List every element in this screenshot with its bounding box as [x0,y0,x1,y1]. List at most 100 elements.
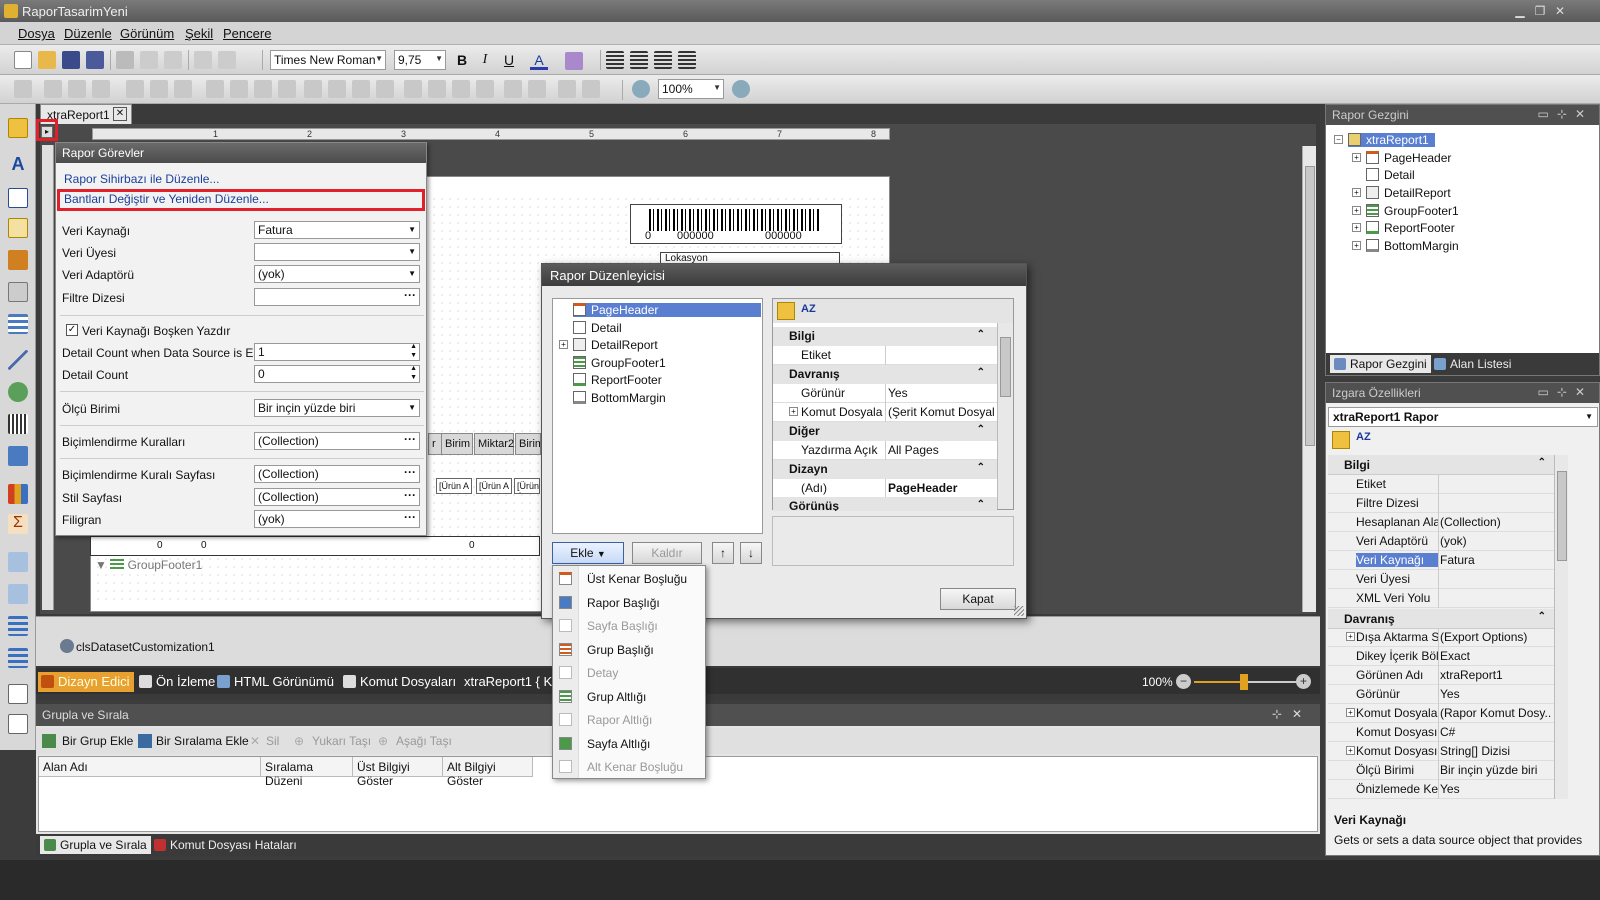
formatting-rules-field[interactable]: (Collection) ··· [254,432,420,450]
v-spacing-equal-icon[interactable] [404,80,422,98]
tab-field-list[interactable]: Alan Listesi [1430,355,1515,373]
band-tree[interactable]: PageHeader Detail + DetailReport GroupFoo… [552,298,763,534]
tab-group-sort[interactable]: Grupla ve Sırala [40,836,151,854]
panel-window-icons[interactable]: ▭⊹✕ [1538,385,1593,399]
menu-item-group-footer[interactable]: Grup Altlığı [553,685,705,708]
close-dialog-button[interactable]: Kapat [940,588,1016,610]
h-spacing-equal-icon[interactable] [304,80,322,98]
pointer-tool-icon[interactable] [8,118,28,138]
save-all-icon[interactable] [86,51,104,69]
send-to-back-icon[interactable] [582,80,600,98]
prop-row[interactable]: Komut Dosyası DiC# [1328,723,1554,742]
document-tool-icon[interactable] [8,684,28,704]
add-band-button[interactable]: Ekle ▼ [552,542,624,564]
detail-count-empty-spinner[interactable]: 1 ▲ ▼ [254,343,420,361]
prop-row[interactable]: Ölçü Birimi Bir inçin yüzde biri [1328,761,1554,780]
minimize-button[interactable]: ▁ [1512,3,1528,19]
band-detail-row[interactable]: 0 0 0 [90,536,540,556]
data-source-combo[interactable]: Fatura ▼ [254,221,420,239]
zoom-in-icon[interactable] [732,80,750,98]
menu-sekil[interactable]: Şekil [185,26,213,41]
font-color-button[interactable]: A [530,50,548,70]
menu-item-group-header[interactable]: Grup Başlığı [553,638,705,661]
h-spacing-remove-icon[interactable] [376,80,394,98]
crossband-tool-icon[interactable] [8,648,28,668]
band-tree-item-reportfooter[interactable]: ReportFooter [573,373,662,387]
dlg-prop-gorunur[interactable]: Görünür Yes [773,384,997,403]
categorized-icon[interactable] [777,302,795,320]
menu-item-page-header[interactable]: Sayfa Başlığı [553,614,705,637]
design-vertical-scrollbar[interactable] [1302,146,1316,612]
font-name-combo[interactable]: Times New Roman ▼ [270,50,386,70]
urun-cell[interactable]: [Ürün A [514,478,540,494]
component-item[interactable]: clsDatasetCustomization1 [76,640,215,654]
expand-icon[interactable]: + [1352,153,1361,162]
detail-count-spinner[interactable]: 0 ▲ ▼ [254,365,420,383]
move-down-arrow-icon[interactable]: ↓ [740,542,762,564]
align-middles-icon[interactable] [150,80,168,98]
prop-row[interactable]: Filtre Dizesi [1328,494,1554,513]
tab-report-explorer[interactable]: Rapor Gezgini [1330,355,1431,373]
tree-item-groupfooter[interactable]: + GroupFooter1 [1352,204,1459,218]
filter-string-field[interactable]: ··· [254,288,420,306]
urun-cell[interactable]: [Ürün A [436,478,472,494]
picture-tool-icon[interactable] [8,250,28,270]
object-selector[interactable]: xtraReport1 Rapor ▼ [1328,407,1598,427]
edit-bands-link[interactable]: Bantları Değiştir ve Yeniden Düzenle... [64,192,269,206]
prop-row[interactable]: Önizlemede KenaYes [1328,780,1554,799]
prop-row[interactable]: XML Veri Yolu [1328,589,1554,608]
band-tree-item-pageheader[interactable]: PageHeader [573,303,761,317]
bold-button[interactable]: B [453,50,471,70]
panel-pin-close-icons[interactable]: ⊹✕ [1272,707,1312,721]
panel-tool-icon[interactable] [8,282,28,302]
size-to-grid-icon[interactable] [278,80,296,98]
col-header-birim[interactable]: Birim [441,433,473,455]
same-height-icon[interactable] [230,80,248,98]
h-spacing-decrease-icon[interactable] [352,80,370,98]
table-tool-icon[interactable] [8,314,28,334]
move-up-button[interactable]: Yukarı Taşı [312,734,371,748]
tab-html-view[interactable]: HTML Görünümü [214,672,338,692]
zoom-slider-thumb[interactable] [1240,674,1248,690]
v-spacing-decrease-icon[interactable] [452,80,470,98]
zoom-minus-button[interactable]: − [1176,674,1191,689]
align-right-icon[interactable] [654,51,672,69]
close-tab-icon[interactable]: ✕ [113,107,127,121]
maximize-button[interactable]: ❐ [1532,3,1548,19]
tree-item-detail[interactable]: Detail [1366,168,1415,182]
col-sort-order[interactable]: Sıralama Düzeni [261,757,353,788]
prop-row[interactable]: Veri Üyesi [1328,570,1554,589]
data-member-combo[interactable]: ▼ [254,243,420,261]
redo-icon[interactable] [218,51,236,69]
prop-row-selected[interactable]: Veri Kaynağı Fatura [1328,551,1554,570]
menu-item-detail[interactable]: Detay [553,661,705,684]
categorized-icon[interactable] [1332,431,1350,449]
prop-row[interactable]: Görünen Adı xtraReport1 [1328,666,1554,685]
dlg-category-davranis[interactable]: Davranış ⌃ [773,365,997,384]
center-horizontally-icon[interactable] [504,80,522,98]
prop-row[interactable]: Dikey İçerik BölmıExact [1328,647,1554,666]
same-width-icon[interactable] [206,80,224,98]
tab-script-errors[interactable]: Komut Dosyası Hataları [150,836,301,854]
collapse-icon[interactable]: − [1334,135,1343,144]
center-vertically-icon[interactable] [528,80,546,98]
cut-icon[interactable] [116,51,134,69]
align-lefts-icon[interactable] [44,80,62,98]
dialog-props-scrollbar[interactable] [997,323,1013,509]
band-tree-item-bottommargin[interactable]: BottomMargin [573,391,666,405]
scroll-thumb[interactable] [1305,166,1315,446]
v-spacing-increase-icon[interactable] [428,80,446,98]
add-sort-button[interactable]: Bir Sıralama Ekle [156,734,249,748]
same-size-icon[interactable] [254,80,272,98]
expand-icon[interactable]: + [559,340,568,349]
tab-scripts[interactable]: Komut Dosyaları [340,672,460,692]
dlg-category-gorunus[interactable]: Görünüş ⌃ [773,497,997,511]
menu-item-page-footer[interactable]: Sayfa Altlığı [553,732,705,755]
align-centers-icon[interactable] [68,80,86,98]
zoom-out-icon[interactable] [632,80,650,98]
resize-grip-icon[interactable] [1014,606,1024,616]
label-tool-icon[interactable]: A [8,154,28,174]
highlight-color-icon[interactable] [565,52,583,70]
alphabetical-icon[interactable]: AZ [801,303,816,315]
expand-icon[interactable]: + [1346,708,1355,717]
